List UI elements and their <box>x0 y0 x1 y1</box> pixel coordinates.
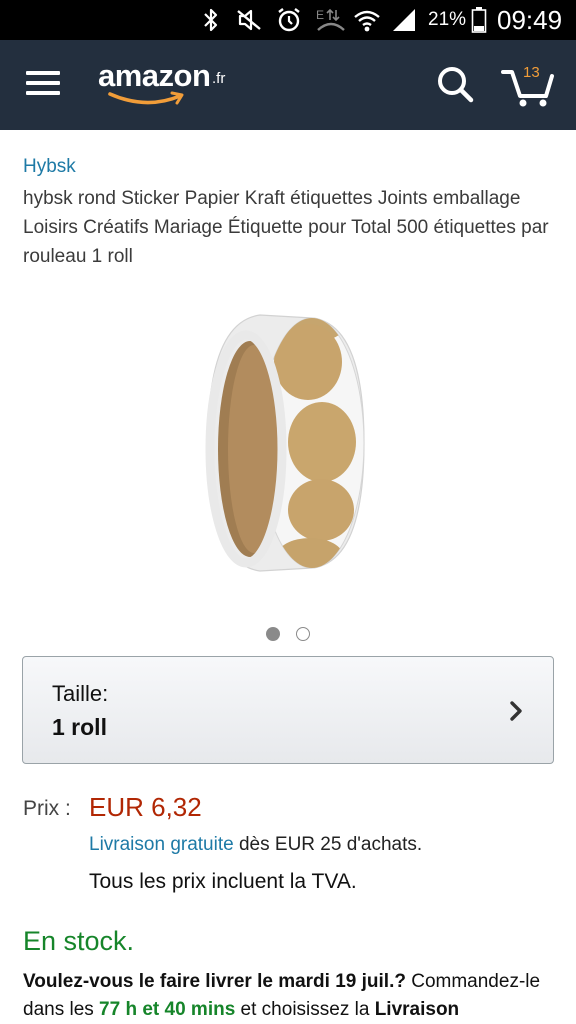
wifi-icon <box>352 6 382 34</box>
size-selector-button[interactable]: Taille: 1 roll <box>22 656 554 764</box>
image-carousel-dots <box>264 626 324 642</box>
chevron-right-icon <box>510 701 522 721</box>
app-header: amazon .fr 13 <box>0 40 576 130</box>
search-icon <box>438 67 474 103</box>
free-delivery-link[interactable]: Livraison gratuite <box>89 834 234 855</box>
carousel-dot[interactable] <box>296 627 310 641</box>
bluetooth-icon <box>198 6 224 34</box>
menu-button[interactable] <box>26 68 62 98</box>
product-image[interactable] <box>126 284 450 600</box>
menu-icon <box>26 71 60 75</box>
price-value: EUR 6,32 <box>89 792 202 822</box>
size-value: 1 roll <box>52 714 107 740</box>
cart-button[interactable]: 13 <box>500 60 558 110</box>
tax-note: Tous les prix incluent la TVA. <box>89 870 357 893</box>
battery-icon <box>468 6 490 34</box>
clock: 09:49 <box>497 5 563 35</box>
battery-percent: 21% <box>428 9 467 30</box>
delivery-promo: Voulez-vous le faire livrer le mardi 19 … <box>23 968 563 1024</box>
product-title: hybsk rond Sticker Papier Kraft étiquett… <box>23 188 549 267</box>
search-button[interactable] <box>436 65 476 105</box>
alarm-icon <box>274 6 304 34</box>
svg-text:E: E <box>316 8 324 22</box>
order-suffix: et choisissez la <box>235 999 375 1020</box>
delivery-option: Livraison <box>374 999 460 1020</box>
cart-count-badge: 13 <box>523 64 540 81</box>
status-bar: E 21% 09:49 <box>0 0 576 40</box>
delivery-threshold: dès EUR 25 d'achats. <box>233 834 423 855</box>
data-signal-icon: E <box>314 6 348 34</box>
price-label: Prix : <box>23 797 71 820</box>
cell-signal-icon <box>388 6 420 34</box>
stock-status: En stock. <box>23 926 135 956</box>
logo-tld: .fr <box>212 70 226 87</box>
delivery-info: Livraison gratuite dès EUR 25 d'achats. <box>89 834 422 856</box>
logo-smile-icon <box>108 91 184 105</box>
carousel-dot-active[interactable] <box>266 627 280 641</box>
countdown: 77 h et 40 mins <box>99 999 236 1020</box>
size-label: Taille: <box>52 681 109 706</box>
delivery-question: Voulez-vous le faire livrer le mardi 19 … <box>23 971 406 992</box>
logo-text: amazon <box>98 58 211 93</box>
brand-link[interactable]: Hybsk <box>23 156 76 178</box>
mute-icon <box>234 6 264 34</box>
amazon-logo[interactable]: amazon .fr <box>98 58 238 108</box>
